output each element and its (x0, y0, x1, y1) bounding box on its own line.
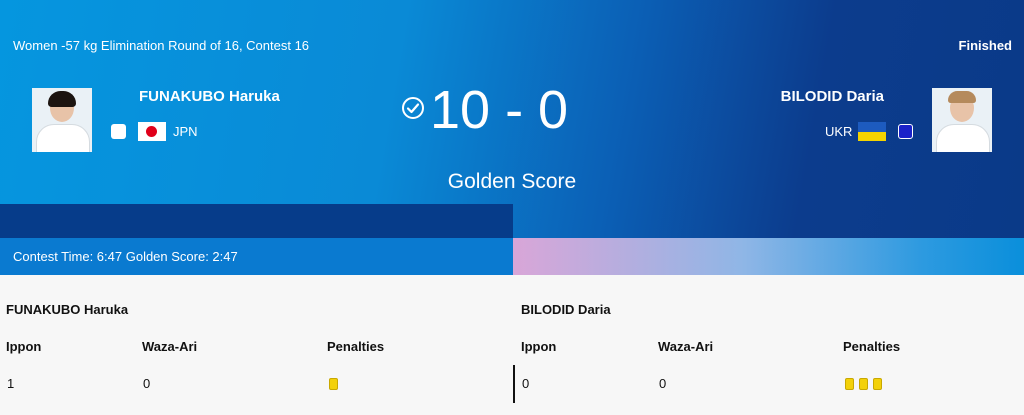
match-status: Finished (958, 38, 1012, 53)
right-ippon-header: Ippon (521, 339, 557, 354)
left-waza-ari-header: Waza-Ari (142, 339, 198, 354)
contest-time: Contest Time: 6:47 Golden Score: 2:47 (13, 249, 238, 264)
match-score: 10 - 0 (430, 80, 569, 140)
athlete-right-country: UKR (825, 124, 853, 139)
decorative-gradient-band (513, 238, 1024, 275)
penalty-card-icon (329, 378, 338, 390)
athlete-left-country: JPN (173, 124, 198, 139)
left-ippon-header: Ippon (6, 339, 42, 354)
table-left-athlete-name: FUNAKUBO Haruka (6, 302, 129, 317)
left-ippon-value: 1 (7, 376, 15, 391)
white-judogi-icon (111, 124, 126, 139)
right-waza-ari-header: Waza-Ari (658, 339, 714, 354)
right-ippon-value: 0 (522, 376, 530, 391)
penalty-card-icon (873, 378, 882, 390)
penalty-card-icon (845, 378, 854, 390)
athlete-right-photo (932, 88, 992, 152)
left-penalties-header: Penalties (327, 339, 385, 354)
ukraine-flag-icon (858, 122, 886, 141)
athlete-left-photo (32, 88, 92, 152)
check-circle-icon (402, 97, 424, 119)
right-waza-ari-value: 0 (659, 376, 667, 391)
penalty-card-icon (859, 378, 868, 390)
table-right-athlete-name: BILODID Daria (521, 302, 611, 317)
event-title: Women -57 kg Elimination Round of 16, Co… (13, 38, 310, 53)
golden-score-label: Golden Score (447, 170, 577, 193)
table-divider (513, 365, 515, 403)
progress-band-dark (0, 204, 513, 238)
athlete-left-name[interactable]: FUNAKUBO Haruka (139, 88, 280, 105)
athlete-right-name[interactable]: BILODID Daria (781, 88, 884, 105)
left-waza-ari-value: 0 (143, 376, 151, 391)
japan-flag-icon (138, 122, 166, 141)
right-penalties-header: Penalties (843, 339, 901, 354)
blue-judogi-icon (898, 124, 913, 139)
